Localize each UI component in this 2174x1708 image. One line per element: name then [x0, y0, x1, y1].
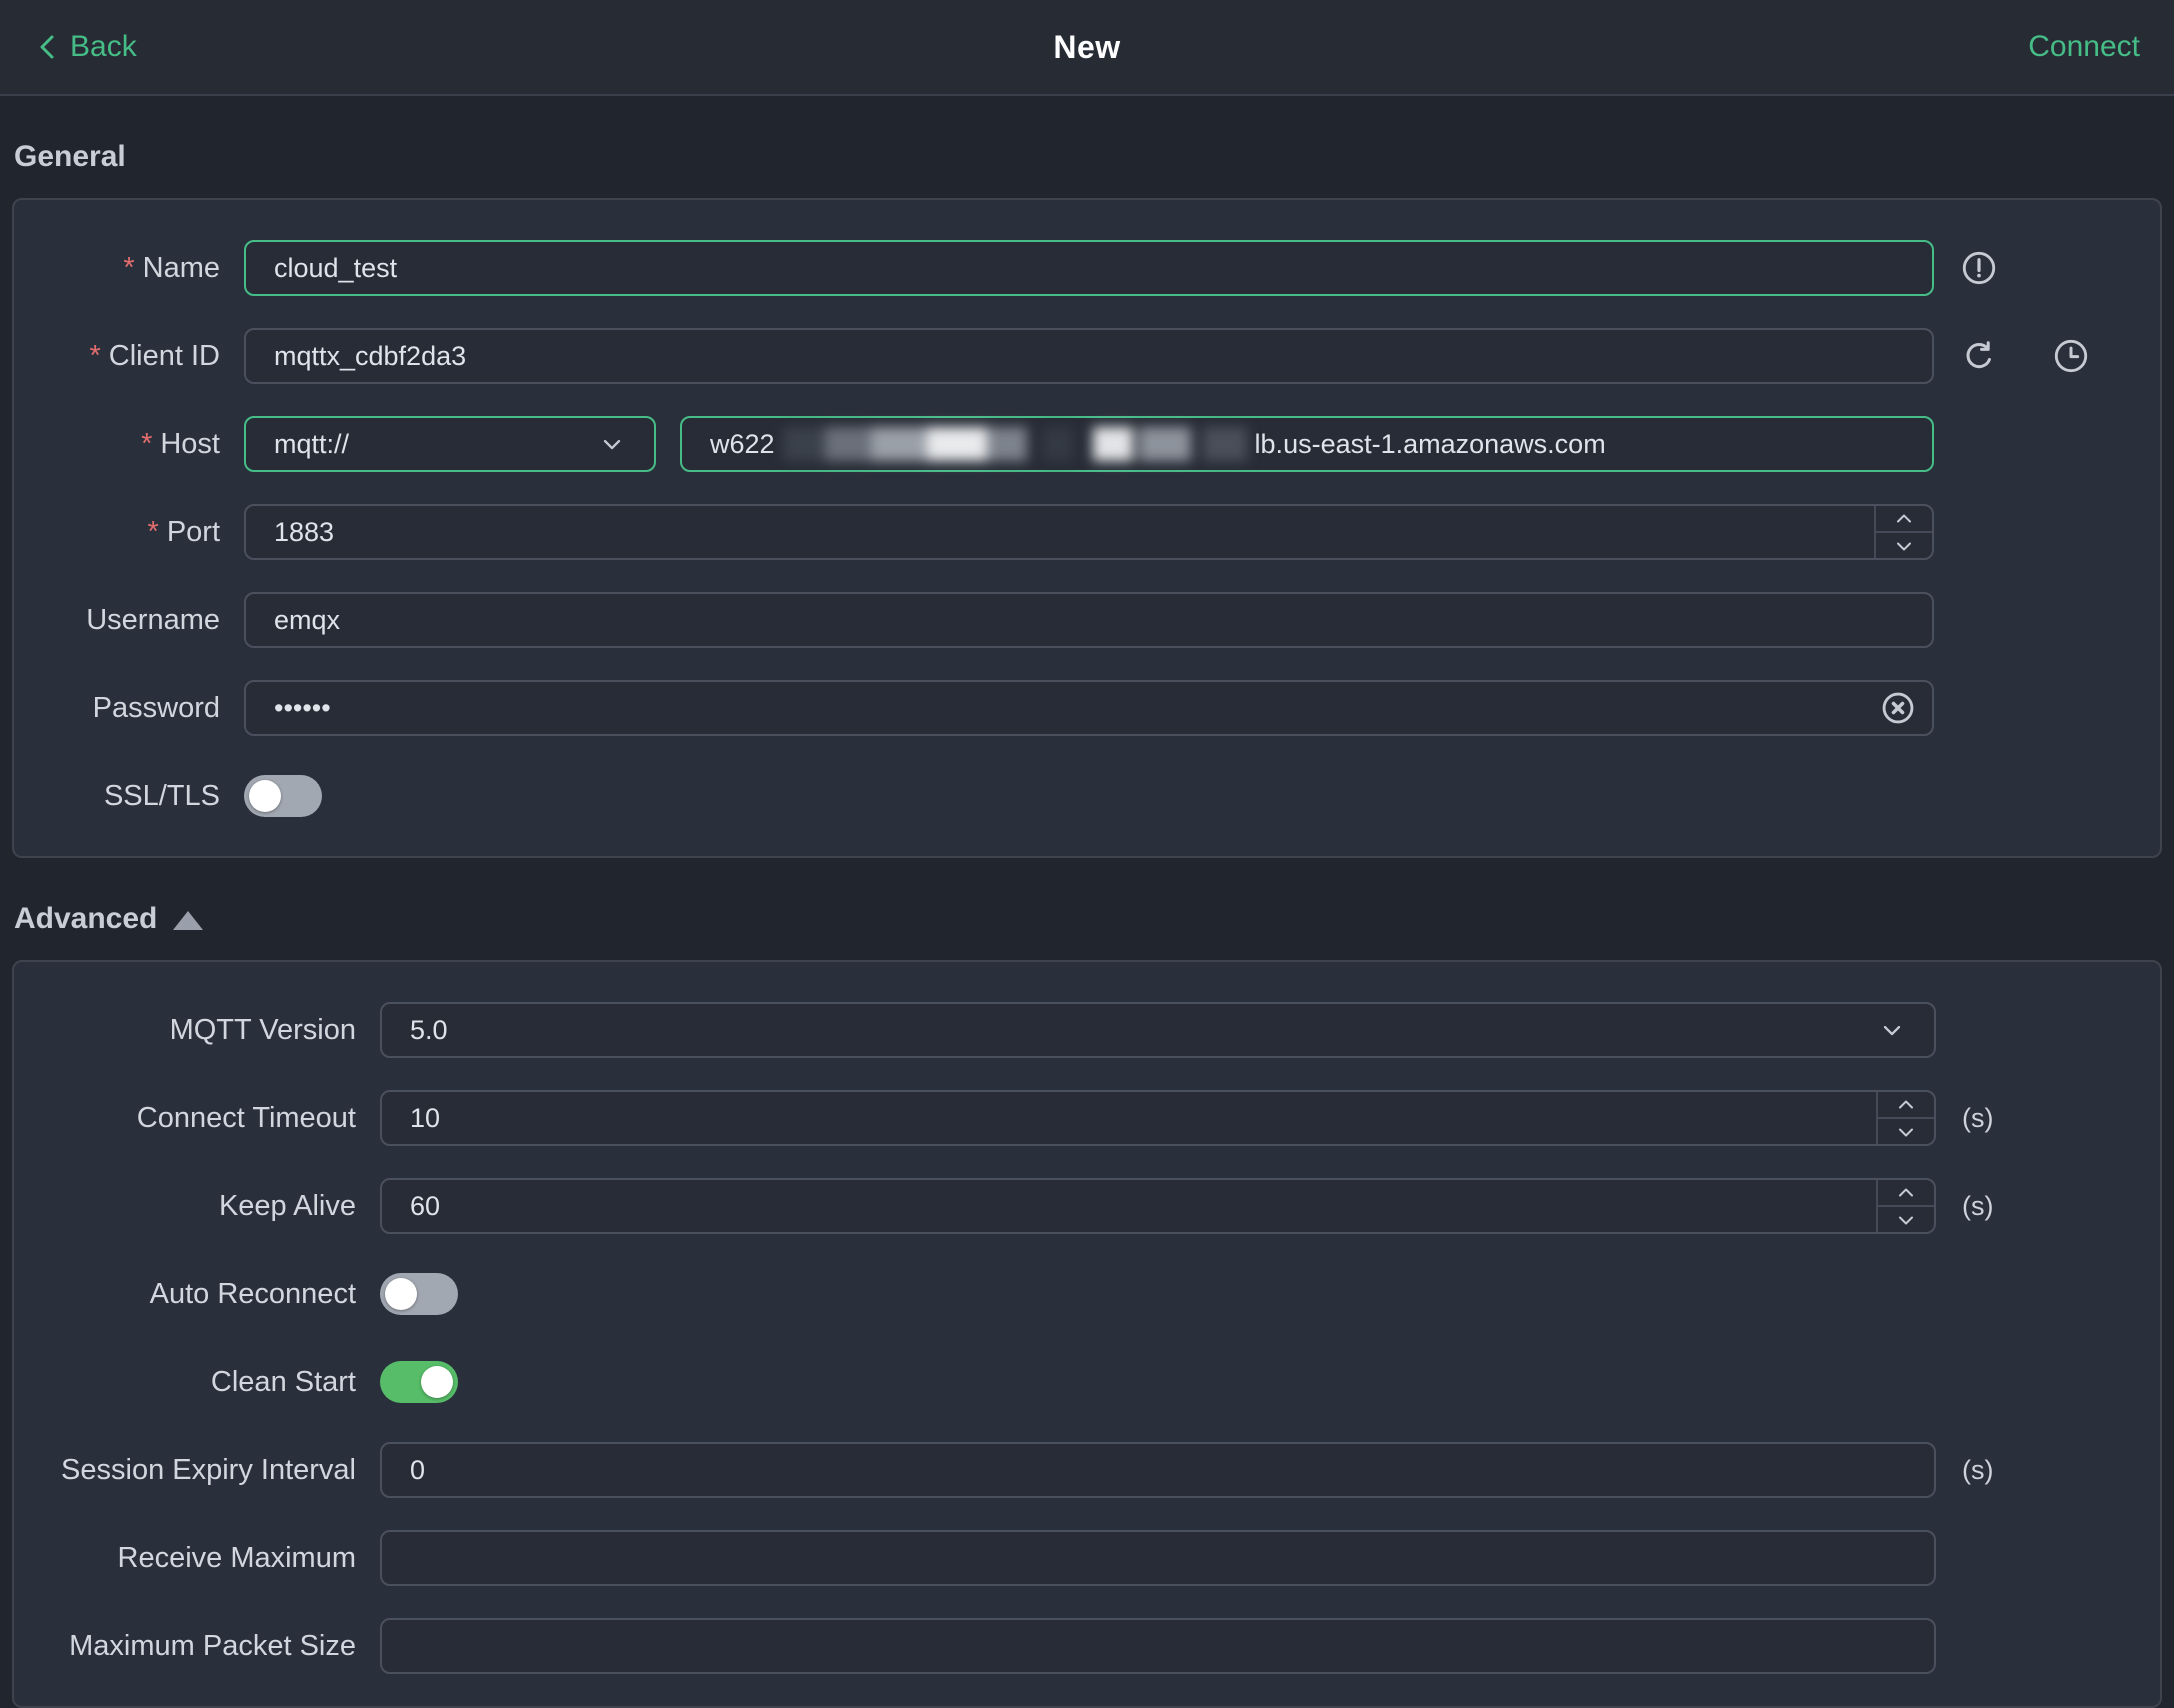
mqtt-version-value: 5.0: [410, 1014, 448, 1045]
required-marker: *: [141, 427, 153, 460]
page-title: New: [1053, 28, 1121, 65]
toggle-knob: [421, 1366, 453, 1398]
seconds-unit: (s): [1962, 1454, 1994, 1485]
toggle-knob: [385, 1278, 417, 1310]
host-value-suffix: lb.us-east-1.amazonaws.com: [1254, 428, 1606, 459]
username-label: Username: [86, 603, 220, 636]
ssl-toggle[interactable]: [244, 775, 322, 817]
top-bar: Back New Connect: [0, 0, 2174, 96]
advanced-card: MQTT Version 5.0 Connect Timeout (s): [12, 960, 2162, 1708]
host-value-prefix: w622: [710, 428, 775, 459]
refresh-icon[interactable]: [1960, 337, 1998, 375]
protocol-value: mqtt://: [274, 428, 350, 459]
username-input[interactable]: [244, 592, 1934, 648]
decrement-button[interactable]: [1878, 1117, 1934, 1144]
keep-alive-input[interactable]: [380, 1178, 1936, 1234]
password-label: Password: [92, 691, 220, 724]
collapse-triangle-icon: [173, 910, 204, 930]
advanced-section-label: Advanced: [14, 902, 158, 935]
increment-button[interactable]: [1876, 506, 1932, 531]
back-button[interactable]: Back: [34, 30, 137, 64]
clean-start-label: Clean Start: [210, 1365, 356, 1398]
auto-reconnect-row: Auto Reconnect: [14, 1266, 2160, 1322]
port-row: * Port: [14, 504, 2160, 560]
clock-icon[interactable]: [2052, 337, 2090, 375]
password-input[interactable]: [244, 680, 1934, 736]
ssl-label: SSL/TLS: [103, 779, 220, 812]
connect-timeout-input[interactable]: [380, 1090, 1936, 1146]
mqtt-version-select[interactable]: 5.0: [380, 1002, 1936, 1058]
receive-maximum-row: Receive Maximum: [14, 1530, 2160, 1586]
connect-timeout-label: Connect Timeout: [136, 1101, 356, 1134]
protocol-select[interactable]: mqtt://: [244, 416, 656, 472]
seconds-unit: (s): [1962, 1190, 1994, 1221]
general-section-label: General: [14, 140, 126, 173]
chevron-down-icon: [598, 430, 626, 458]
general-section-title: General: [14, 140, 2174, 174]
maximum-packet-size-label: Maximum Packet Size: [69, 1629, 356, 1662]
client-id-input[interactable]: [244, 328, 1934, 384]
maximum-packet-size-input[interactable]: [380, 1618, 1936, 1674]
connect-timeout-row: Connect Timeout (s): [14, 1090, 2160, 1146]
seconds-unit: (s): [1962, 1102, 1994, 1133]
receive-maximum-label: Receive Maximum: [117, 1541, 357, 1574]
connection-form: General *Name *Client ID: [0, 140, 2174, 1708]
auto-reconnect-label: Auto Reconnect: [149, 1277, 356, 1310]
required-marker: *: [89, 339, 101, 372]
session-expiry-label: Session Expiry Interval: [61, 1453, 356, 1486]
connect-timeout-stepper: [1876, 1092, 1934, 1144]
keep-alive-label: Keep Alive: [218, 1189, 356, 1222]
back-label: Back: [70, 30, 137, 63]
username-row: Username: [14, 592, 2160, 648]
warning-circle-icon[interactable]: [1960, 249, 1998, 287]
required-marker: *: [147, 515, 159, 548]
port-label: * Port: [147, 515, 220, 548]
client-id-row: * Client ID: [14, 328, 2160, 384]
mqtt-version-label: MQTT Version: [169, 1013, 356, 1046]
host-row: * Host mqtt:// w622 lb.us-east-1.amazonaw…: [14, 416, 2160, 472]
keep-alive-stepper: [1876, 1180, 1934, 1232]
ssl-row: SSL/TLS: [14, 768, 2160, 824]
required-marker: *: [123, 251, 135, 284]
general-card: *Name *Client ID: [12, 198, 2162, 858]
increment-button[interactable]: [1878, 1180, 1934, 1205]
port-input[interactable]: [244, 504, 1934, 560]
clean-start-row: Clean Start: [14, 1354, 2160, 1410]
session-expiry-row: Session Expiry Interval (s): [14, 1442, 2160, 1498]
name-label: * Name: [123, 251, 220, 284]
clear-password-icon[interactable]: [1880, 690, 1916, 726]
session-expiry-input[interactable]: [380, 1442, 1936, 1498]
connect-button[interactable]: Connect: [2028, 30, 2140, 64]
decrement-button[interactable]: [1876, 531, 1932, 558]
name-row: * Name: [14, 240, 2160, 296]
decrement-button[interactable]: [1878, 1205, 1934, 1232]
maximum-packet-size-row: Maximum Packet Size: [14, 1618, 2160, 1674]
mqtt-version-row: MQTT Version 5.0: [14, 1002, 2160, 1058]
port-stepper: [1874, 506, 1932, 558]
redacted-host-segment: [782, 427, 1247, 461]
chevron-left-icon: [34, 32, 60, 62]
increment-button[interactable]: [1878, 1092, 1934, 1117]
password-row: Password: [14, 680, 2160, 736]
host-label: * Host: [141, 427, 220, 460]
receive-maximum-input[interactable]: [380, 1530, 1936, 1586]
chevron-down-icon: [1878, 1016, 1906, 1044]
advanced-section-header[interactable]: Advanced: [14, 902, 2174, 936]
clean-start-toggle[interactable]: [380, 1361, 458, 1403]
toggle-knob: [249, 780, 281, 812]
keep-alive-row: Keep Alive (s): [14, 1178, 2160, 1234]
host-input[interactable]: w622 lb.us-east-1.amazonaws.com: [680, 416, 1934, 472]
name-input[interactable]: [244, 240, 1934, 296]
client-id-label: * Client ID: [89, 339, 221, 372]
auto-reconnect-toggle[interactable]: [380, 1273, 458, 1315]
